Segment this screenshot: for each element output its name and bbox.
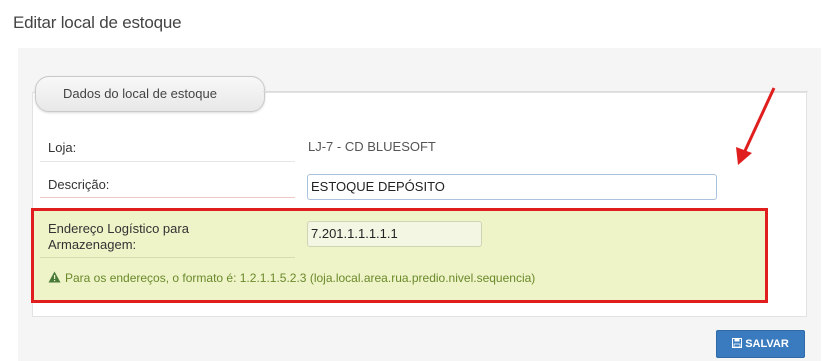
endereco-label: Endereço Logístico para Armazenagem: (48, 221, 189, 253)
save-button-label: SALVAR (745, 338, 789, 350)
tab-divider (263, 91, 808, 92)
tab-dados-local[interactable]: Dados do local de estoque (35, 76, 265, 112)
format-hint: Para os endereços, o formato é: 1.2.1.1.… (48, 271, 535, 285)
descricao-label: Descrição: (48, 177, 110, 192)
descricao-input[interactable]: ESTOQUE DEPÓSITO (307, 174, 717, 200)
endereco-row-divider (40, 257, 295, 258)
format-hint-text: Para os endereços, o formato é: 1.2.1.1.… (65, 271, 536, 285)
loja-value: LJ-7 - CD BLUESOFT (308, 139, 436, 154)
warning-icon (48, 271, 61, 283)
endereco-label-line2: Armazenagem: (48, 237, 137, 252)
loja-label: Loja: (48, 140, 77, 155)
descricao-row-divider (40, 197, 295, 198)
endereco-input[interactable]: 7.201.1.1.1.1.1 (307, 221, 482, 247)
loja-row-divider (40, 161, 295, 162)
endereco-label-line1: Endereço Logístico para (48, 221, 189, 236)
red-arrow-icon (736, 87, 776, 165)
floppy-disk-icon (732, 338, 743, 348)
page-title: Editar local de estoque (13, 13, 182, 32)
save-button[interactable]: SALVAR (716, 330, 805, 358)
